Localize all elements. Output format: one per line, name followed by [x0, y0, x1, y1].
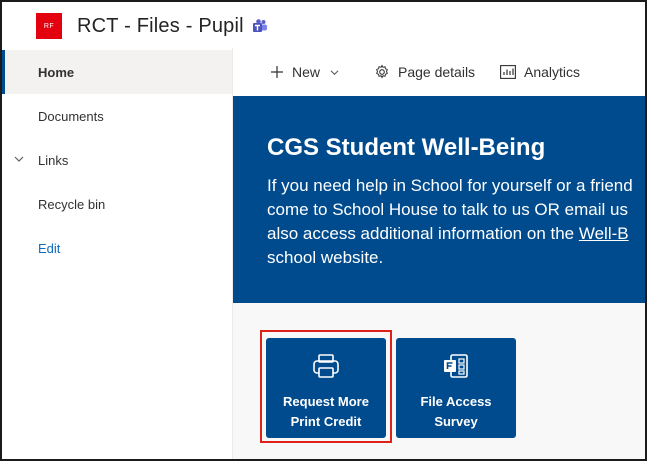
page-content: CGS Student Well-Being If you need help …	[233, 96, 645, 459]
site-header: RF RCT - Files - Pupil	[2, 2, 645, 48]
chevron-down-icon	[330, 69, 339, 75]
chevron-down-icon[interactable]	[14, 154, 24, 164]
site-logo[interactable]: RF	[36, 13, 62, 39]
nav-item-documents[interactable]: Documents	[2, 94, 232, 138]
banner-line: school website.	[267, 248, 384, 267]
banner-line-prefix: also access additional information on th…	[267, 224, 579, 243]
nav-item-label: Documents	[38, 108, 104, 124]
banner-text: If you need help in School for yourself …	[267, 174, 645, 270]
banner-line: also access additional information on th…	[267, 222, 645, 246]
file-access-survey-tile[interactable]: File Access Survey	[396, 338, 516, 438]
page-details-button[interactable]: Page details	[374, 48, 475, 96]
banner-line: come to School House to talk to us OR em…	[267, 200, 628, 219]
hero-banner: CGS Student Well-Being If you need help …	[233, 96, 645, 303]
analytics-icon	[500, 65, 516, 79]
analytics-button[interactable]: Analytics	[500, 48, 580, 96]
nav-item-links[interactable]: Links	[2, 138, 232, 182]
tile-label-line: Request More	[283, 394, 369, 409]
wellbeing-link[interactable]: Well-B	[579, 224, 629, 243]
nav-item-home[interactable]: Home	[2, 50, 232, 94]
nav-item-recycle-bin[interactable]: Recycle bin	[2, 182, 232, 226]
nav-edit-link[interactable]: Edit	[2, 226, 232, 270]
tile-label-line: File Access	[420, 394, 492, 409]
tile-label: File Access Survey	[420, 392, 491, 432]
tile-label-line: Survey	[434, 414, 478, 429]
page-details-label: Page details	[398, 64, 476, 80]
printer-icon	[313, 354, 339, 378]
tile-label: Request More Print Credit	[283, 392, 369, 432]
site-title[interactable]: RCT - Files - Pupil	[77, 13, 244, 39]
nav-item-label: Recycle bin	[38, 196, 106, 212]
teams-icon[interactable]	[252, 18, 268, 34]
banner-line: If you need help in School for yourself …	[267, 176, 633, 195]
nav-item-label: Edit	[38, 240, 61, 256]
plus-icon	[271, 66, 283, 78]
new-button[interactable]: New	[270, 48, 339, 96]
new-button-label: New	[292, 64, 321, 80]
analytics-label: Analytics	[524, 64, 581, 80]
forms-icon	[444, 354, 468, 378]
quick-links: Request More Print Credit File Access Su…	[233, 303, 645, 459]
site-logo-text: RF	[43, 22, 55, 30]
command-bar: New Page details Analytics	[233, 48, 645, 96]
left-navigation: Home Documents Links Recycle bin Edit	[2, 48, 233, 459]
banner-title: CGS Student Well-Being	[267, 134, 546, 161]
tile-label-line: Print Credit	[290, 414, 362, 429]
nav-item-label: Home	[38, 64, 75, 80]
nav-item-label: Links	[38, 152, 69, 168]
request-print-credit-tile[interactable]: Request More Print Credit	[266, 338, 386, 438]
gear-icon	[376, 64, 388, 79]
sharepoint-window: RF RCT - Files - Pupil Home Documents Li…	[0, 0, 647, 461]
